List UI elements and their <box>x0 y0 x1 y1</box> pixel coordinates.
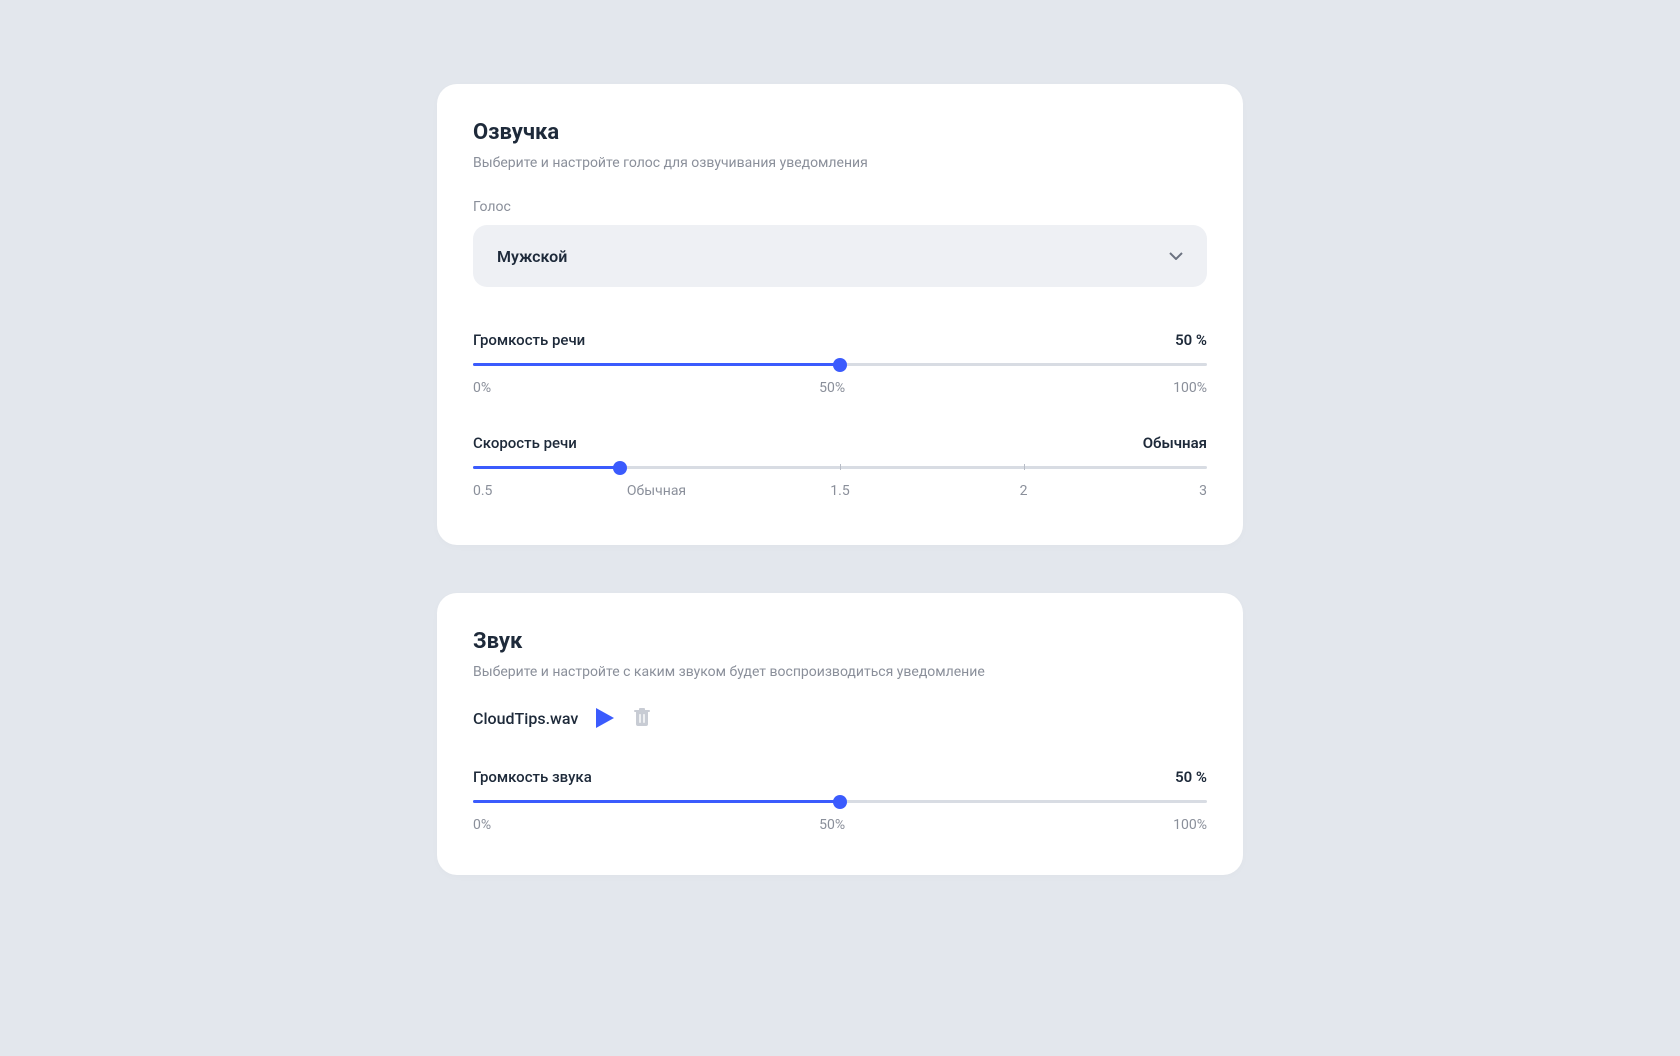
settings-container: Озвучка Выберите и настройте голос для о… <box>437 84 1243 875</box>
speech-speed-slider[interactable] <box>473 466 1207 469</box>
sound-volume-mid: 50% <box>819 817 845 833</box>
voiceover-subtitle: Выберите и настройте голос для озвучиван… <box>473 155 1207 171</box>
voice-select-value: Мужской <box>497 247 567 266</box>
speed-tick-label-1: Обычная <box>627 483 686 499</box>
speed-tick-label-2: 1.5 <box>830 483 849 499</box>
sound-volume-header: Громкость звука 50 % <box>473 768 1207 786</box>
speech-volume-fill <box>473 363 840 366</box>
speech-speed-fill <box>473 466 620 469</box>
speech-volume-min: 0% <box>473 380 491 396</box>
sound-subtitle: Выберите и настройте с каким звуком буде… <box>473 664 1207 680</box>
speech-speed-value: Обычная <box>1143 434 1207 452</box>
chevron-down-icon <box>1169 249 1183 263</box>
sound-volume-thumb[interactable] <box>833 795 847 809</box>
speech-speed-section: Скорость речи Обычная 0.5 Обычная 1.5 2 … <box>473 434 1207 503</box>
voiceover-card: Озвучка Выберите и настройте голос для о… <box>437 84 1243 545</box>
sound-volume-slider[interactable] <box>473 800 1207 803</box>
speed-tick-label-4: 3 <box>1199 483 1207 499</box>
speech-volume-mid: 50% <box>819 380 845 396</box>
sound-volume-fill <box>473 800 840 803</box>
sound-file-name: CloudTips.wav <box>473 709 578 728</box>
speed-tick-label-0: 0.5 <box>473 483 492 499</box>
sound-volume-min: 0% <box>473 817 491 833</box>
speech-volume-slider[interactable] <box>473 363 1207 366</box>
sound-title: Звук <box>473 629 1207 654</box>
sound-volume-value: 50 % <box>1175 768 1207 786</box>
speech-speed-thumb[interactable] <box>613 461 627 475</box>
sound-file-row: CloudTips.wav <box>473 708 1207 728</box>
voice-select[interactable]: Мужской <box>473 225 1207 287</box>
speech-volume-thumb[interactable] <box>833 358 847 372</box>
speech-speed-labels: 0.5 Обычная 1.5 2 3 <box>473 483 1207 503</box>
speed-tick-2 <box>1024 464 1025 470</box>
trash-icon[interactable] <box>634 708 652 728</box>
play-icon[interactable] <box>596 708 616 728</box>
speech-volume-section: Громкость речи 50 % 0% 50% 100% <box>473 331 1207 396</box>
sound-volume-label: Громкость звука <box>473 768 592 786</box>
speech-volume-value: 50 % <box>1175 331 1207 349</box>
sound-volume-labels: 0% 50% 100% <box>473 817 1207 833</box>
speech-volume-label: Громкость речи <box>473 331 585 349</box>
speech-volume-max: 100% <box>1173 380 1207 396</box>
voice-label: Голос <box>473 199 1207 215</box>
sound-card: Звук Выберите и настройте с каким звуком… <box>437 593 1243 875</box>
sound-volume-section: Громкость звука 50 % 0% 50% 100% <box>473 768 1207 833</box>
speed-tick-label-3: 2 <box>1020 483 1028 499</box>
speed-tick-1 <box>840 464 841 470</box>
sound-volume-max: 100% <box>1173 817 1207 833</box>
speech-volume-labels: 0% 50% 100% <box>473 380 1207 396</box>
speech-speed-header: Скорость речи Обычная <box>473 434 1207 452</box>
voiceover-title: Озвучка <box>473 120 1207 145</box>
speech-volume-header: Громкость речи 50 % <box>473 331 1207 349</box>
voice-field: Голос Мужской <box>473 199 1207 287</box>
speech-speed-label: Скорость речи <box>473 434 577 452</box>
